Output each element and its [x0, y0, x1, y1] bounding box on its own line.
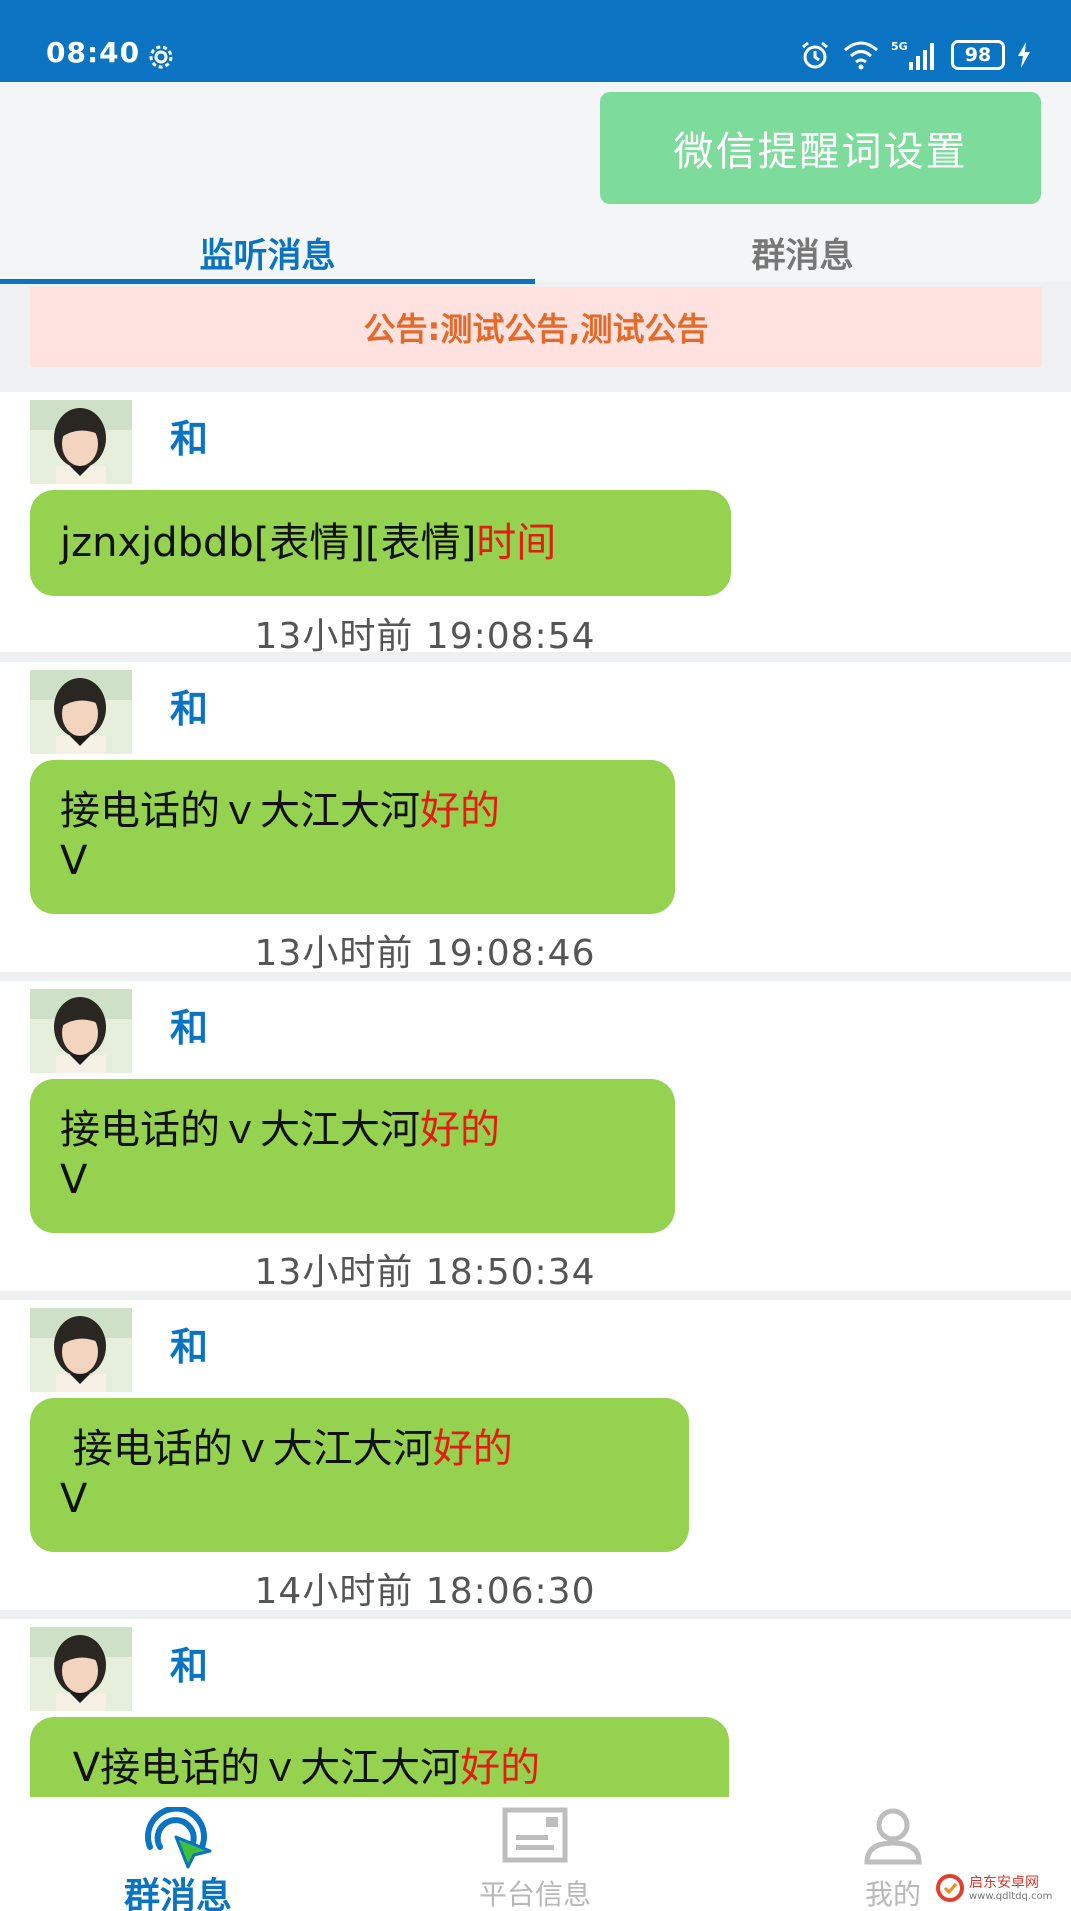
- charging-icon: [1018, 42, 1030, 68]
- nav-item-group-messages[interactable]: 群消息: [48, 1797, 308, 1911]
- message-item[interactable]: 和 接电话的ｖ大江大河好的 V 13小时前 18:50:34: [0, 981, 1071, 1293]
- notice-banner: 公告:测试公告,测试公告: [30, 287, 1042, 367]
- sender-name: 和: [170, 687, 209, 731]
- message-item[interactable]: 和 jznxjdbdb[表情][表情]时间 13小时前 19:08:54: [0, 392, 1071, 657]
- battery-indicator: 98: [951, 40, 1005, 70]
- watermark-title: 启东安卓网: [969, 1874, 1039, 1891]
- user-icon: [864, 1808, 922, 1865]
- keyword-highlight: 好的: [420, 788, 500, 834]
- avatar: [30, 1308, 132, 1392]
- tab-indicator: [0, 279, 535, 284]
- status-bar: 08:40 5G 98: [0, 0, 1071, 82]
- keyword-highlight: 好的: [460, 1745, 541, 1791]
- tab-group-messages[interactable]: 群消息: [535, 216, 1070, 286]
- message-item[interactable]: 和 V接电话的ｖ大江大河好的: [0, 1619, 1071, 1797]
- message-bubble[interactable]: jznxjdbdb[表情][表情]时间: [30, 490, 731, 596]
- message-timestamp: 13小时前 19:08:54: [254, 616, 596, 657]
- message-text-tail: V: [60, 838, 88, 884]
- signal-icon: 5G: [891, 40, 934, 70]
- message-text: V接电话的ｖ大江大河: [60, 1745, 461, 1791]
- tab-monitor-messages[interactable]: 监听消息: [0, 216, 535, 286]
- keyword-settings-button[interactable]: 微信提醒词设置: [600, 92, 1041, 204]
- message-text-tail: V: [60, 1157, 88, 1203]
- message-text: 接电话的ｖ大江大河: [60, 788, 420, 834]
- message-item[interactable]: 和 接电话的ｖ大江大河好的 V 14小时前 18:06:30: [0, 1300, 1071, 1612]
- status-time: 08:40: [46, 36, 141, 69]
- alarm-icon: [802, 41, 828, 69]
- message-bubble[interactable]: 接电话的ｖ大江大河好的 V: [30, 760, 675, 914]
- svg-text:5G: 5G: [891, 40, 908, 53]
- message-bubble[interactable]: 接电话的ｖ大江大河好的 V: [30, 1079, 675, 1233]
- nav-label: 群消息: [123, 1876, 232, 1911]
- bottom-nav: 群消息 平台信息 我的: [0, 1797, 1071, 1911]
- sender-name: 和: [170, 1644, 209, 1688]
- tab-bar: 监听消息 群消息: [0, 216, 1071, 286]
- message-text: jznxjdbdb[表情][表情]: [60, 520, 477, 566]
- watermark: 启东安卓网 www.qdltdq.com: [935, 1870, 1063, 1906]
- sender-name: 和: [170, 1325, 209, 1369]
- message-timestamp: 13小时前 18:50:34: [254, 1252, 596, 1293]
- message-timestamp: 14小时前 18:06:30: [254, 1571, 596, 1612]
- message-bubble[interactable]: 接电话的ｖ大江大河好的 V: [30, 1398, 689, 1552]
- keyword-highlight: 好的: [432, 1426, 513, 1472]
- message-text-tail: V: [60, 1476, 88, 1522]
- message-list[interactable]: 和 jznxjdbdb[表情][表情]时间 13小时前 19:08:54 和 接…: [0, 392, 1071, 1797]
- gear-icon: [149, 45, 173, 69]
- sender-name: 和: [170, 417, 209, 461]
- nav-item-platform-info[interactable]: 平台信息: [405, 1797, 665, 1911]
- keyword-highlight: 好的: [420, 1107, 500, 1153]
- nav-label: 平台信息: [478, 1878, 591, 1911]
- battery-level: 98: [964, 44, 992, 66]
- avatar: [30, 989, 132, 1073]
- message-text: 接电话的ｖ大江大河: [60, 1426, 433, 1472]
- message-text: 接电话的ｖ大江大河: [60, 1107, 420, 1153]
- wifi-icon: [844, 41, 878, 70]
- avatar: [30, 1627, 132, 1711]
- watermark-url: www.qdltdq.com: [969, 1890, 1053, 1902]
- keyword-highlight: 时间: [476, 520, 557, 566]
- sender-name: 和: [170, 1006, 209, 1050]
- message-timestamp: 13小时前 19:08:46: [254, 933, 596, 974]
- radar-cursor-icon: [145, 1807, 212, 1869]
- message-bubble[interactable]: V接电话的ｖ大江大河好的: [30, 1717, 729, 1797]
- message-item[interactable]: 和 接电话的ｖ大江大河好的 V 13小时前 19:08:46: [0, 662, 1071, 974]
- avatar: [30, 400, 132, 484]
- document-icon: [502, 1807, 568, 1863]
- watermark-logo-icon: [936, 1874, 964, 1902]
- avatar: [30, 670, 132, 754]
